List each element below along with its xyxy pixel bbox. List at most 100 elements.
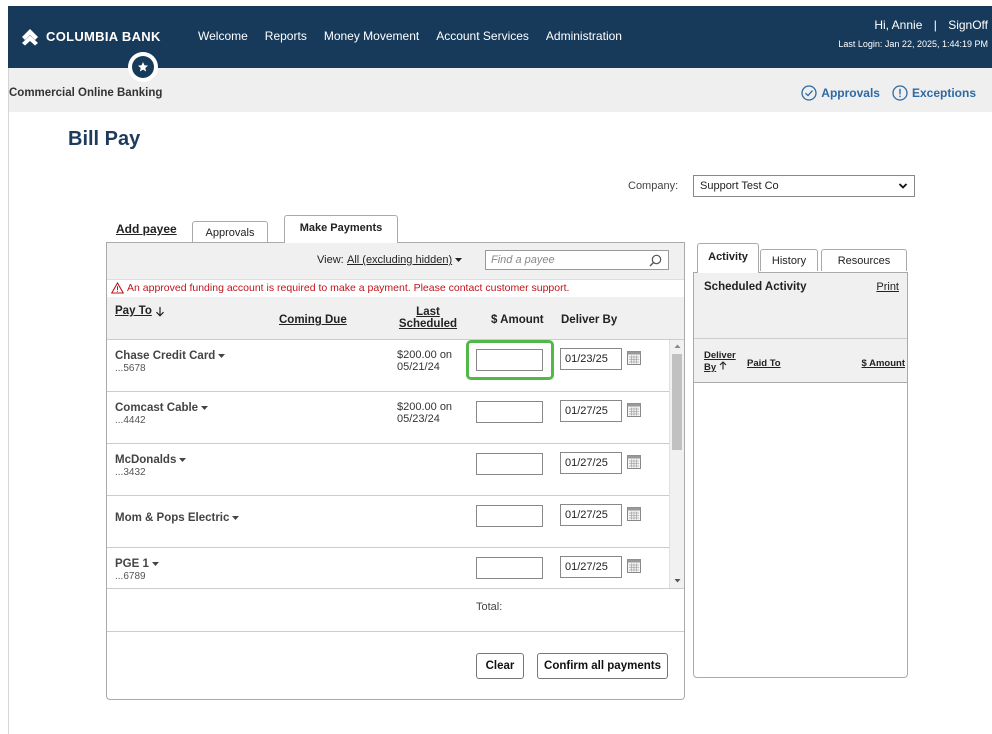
nav-reports[interactable]: Reports	[265, 29, 307, 43]
product-title: Commercial Online Banking	[9, 87, 163, 99]
view-filter-dropdown[interactable]: All (excluding hidden)	[347, 254, 463, 266]
nav-money-movement[interactable]: Money Movement	[324, 29, 419, 43]
check-circle-icon	[801, 85, 817, 101]
calendar-icon[interactable]	[627, 506, 641, 521]
exceptions-link[interactable]: Exceptions	[892, 85, 976, 101]
tab-approvals[interactable]: Approvals	[192, 221, 268, 243]
amount-input[interactable]	[476, 453, 543, 475]
caret-down-icon	[201, 406, 209, 410]
last-scheduled-value: $200.00 on 05/23/24	[397, 401, 467, 425]
user-separator: |	[933, 18, 937, 32]
payee-account: ...6789	[115, 571, 146, 582]
payee-row: Mom & Pops Electric 01/27/25	[107, 496, 669, 548]
make-payments-panel: View: All (excluding hidden) Find a paye…	[106, 242, 685, 700]
amount-input[interactable]	[476, 401, 543, 423]
signoff-link[interactable]: SignOff	[948, 18, 988, 32]
user-greeting: Hi, Annie	[874, 18, 923, 32]
last-scheduled-date: 05/23/24	[397, 413, 440, 425]
last-scheduled-value: $200.00 on 05/21/24	[397, 349, 467, 373]
user-area: Hi, Annie | SignOff Last Login: Jan 22, …	[838, 18, 988, 49]
deliver-by-input[interactable]: 01/27/25	[560, 504, 622, 526]
caret-down-icon	[179, 458, 187, 462]
favorites-badge[interactable]	[128, 52, 158, 82]
tab-activity[interactable]: Activity	[697, 243, 759, 273]
nav-administration[interactable]: Administration	[546, 29, 622, 43]
payee-list-scrollbar[interactable]	[669, 340, 684, 588]
last-scheduled-line1: Last	[416, 306, 440, 318]
deliver-by-input[interactable]: 01/27/25	[560, 556, 622, 578]
payee-row: Chase Credit Card ...5678 $200.00 on 05/…	[107, 340, 669, 392]
print-link[interactable]: Print	[876, 281, 899, 293]
activity-columns-header: Deliver By Paid To $ Amount	[694, 339, 907, 383]
deliver-by-header: Deliver By	[561, 314, 618, 326]
left-divider	[8, 112, 9, 734]
search-icon	[649, 254, 662, 267]
view-bar: View: All (excluding hidden) Find a paye…	[107, 243, 684, 280]
payee-name: McDonalds	[115, 454, 177, 466]
total-label: Total:	[476, 601, 503, 613]
tab-activity-label: Activity	[708, 251, 748, 263]
amount-input[interactable]	[476, 349, 543, 371]
amount-input[interactable]	[476, 505, 543, 527]
deliver-by-input[interactable]: 01/23/25	[560, 348, 622, 370]
nav-welcome[interactable]: Welcome	[198, 29, 248, 43]
payee-name: Comcast Cable	[115, 402, 199, 414]
company-label: Company:	[628, 180, 679, 192]
activity-panel: Scheduled Activity Print Deliver By Paid…	[693, 272, 908, 678]
find-payee-input[interactable]: Find a payee	[485, 250, 669, 270]
company-select[interactable]: Support Test Co	[693, 175, 915, 197]
confirm-all-payments-button[interactable]: Confirm all payments	[537, 653, 668, 679]
last-login: Last Login: Jan 22, 2025, 1:44:19 PM	[838, 39, 988, 49]
brand-name: COLUMBIA BANK	[46, 28, 161, 44]
amount-input[interactable]	[476, 557, 543, 579]
approvals-link[interactable]: Approvals	[801, 85, 880, 101]
payments-table-header: Pay To Coming Due Last Scheduled $ Amoun…	[107, 297, 684, 340]
payee-name-dropdown[interactable]: Mom & Pops Electric	[115, 512, 240, 524]
calendar-icon[interactable]	[627, 558, 641, 573]
payee-name: Chase Credit Card	[115, 350, 216, 362]
tab-resources[interactable]: Resources	[821, 249, 907, 271]
last-scheduled-amount: $200.00 on	[397, 401, 453, 413]
calendar-icon[interactable]	[627, 350, 641, 365]
payee-name-dropdown[interactable]: Chase Credit Card	[115, 350, 226, 362]
payee-name-dropdown[interactable]: Comcast Cable	[115, 402, 209, 414]
payee-name-dropdown[interactable]: McDonalds	[115, 454, 187, 466]
caret-down-icon	[151, 562, 159, 566]
deliver-by-line1: Deliver	[704, 350, 736, 361]
calendar-icon[interactable]	[627, 402, 641, 417]
bank-logo[interactable]: COLUMBIA BANK	[20, 26, 161, 46]
last-scheduled-date: 05/21/24	[397, 361, 440, 373]
funding-warning-text: An approved funding account is required …	[127, 282, 570, 294]
scroll-up-icon[interactable]	[671, 342, 684, 350]
pay-to-sort[interactable]: Pay To	[115, 305, 165, 317]
tab-make-payments[interactable]: Make Payments	[284, 215, 398, 243]
caret-down-icon	[218, 354, 226, 358]
activity-amount-header[interactable]: $ Amount	[862, 358, 905, 369]
payee-name: PGE 1	[115, 558, 149, 570]
deliver-by-sort[interactable]: Deliver By	[704, 351, 736, 373]
pay-to-header: Pay To	[115, 305, 152, 317]
payee-name-dropdown[interactable]: PGE 1	[115, 558, 160, 570]
add-payee-link[interactable]: Add payee	[116, 222, 177, 236]
arrow-down-icon	[155, 306, 164, 317]
scrollbar-thumb[interactable]	[672, 354, 682, 450]
payee-row: PGE 1 ...6789 01/27/25	[107, 548, 669, 588]
last-scheduled-header[interactable]: Last Scheduled	[398, 306, 458, 330]
calendar-icon[interactable]	[627, 454, 641, 469]
star-icon	[138, 62, 148, 72]
payee-account: ...5678	[115, 363, 146, 374]
nav-account-services[interactable]: Account Services	[436, 29, 529, 43]
scroll-down-icon[interactable]	[671, 577, 684, 585]
deliver-by-input[interactable]: 01/27/25	[560, 452, 622, 474]
chevron-down-icon	[898, 183, 908, 189]
tab-approvals-label: Approvals	[205, 227, 255, 239]
amount-header: $ Amount	[491, 314, 544, 326]
deliver-by-line2: By	[704, 362, 717, 373]
clear-button[interactable]: Clear	[476, 653, 524, 679]
funding-warning: An approved funding account is required …	[111, 282, 569, 294]
exceptions-label: Exceptions	[911, 86, 976, 100]
paid-to-header[interactable]: Paid To	[747, 358, 781, 369]
tab-history[interactable]: History	[760, 249, 818, 271]
coming-due-header[interactable]: Coming Due	[279, 314, 347, 326]
deliver-by-input[interactable]: 01/27/25	[560, 400, 622, 422]
